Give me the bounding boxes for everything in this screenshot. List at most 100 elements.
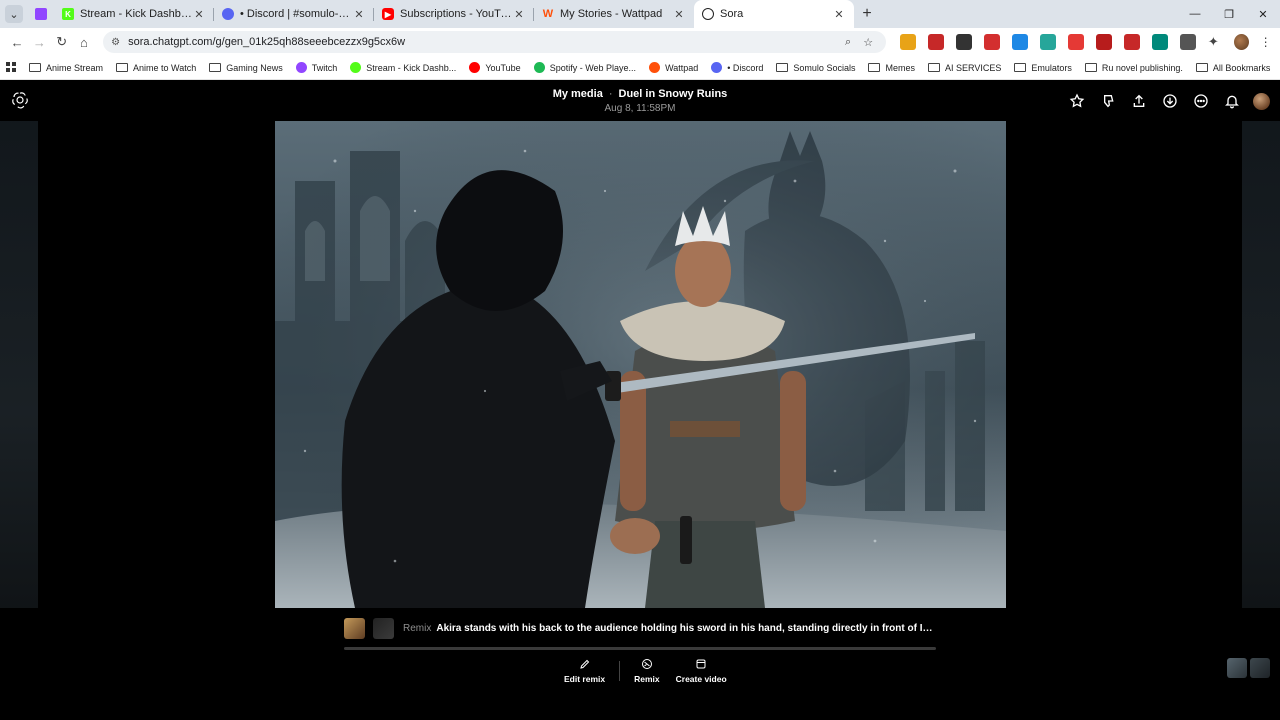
notifications-bell-icon[interactable] — [1216, 91, 1247, 111]
favorite-star-icon[interactable] — [1061, 91, 1092, 111]
folder-icon — [1195, 63, 1208, 72]
zoom-search-icon[interactable]: ⌕ — [838, 36, 858, 49]
page-title: Duel in Snowy Ruins — [618, 88, 728, 100]
bookmark-item[interactable]: Emulators — [1014, 63, 1072, 73]
prompt-text[interactable]: Akira stands with his back to the audien… — [436, 623, 936, 634]
tab-pinned-twitch[interactable] — [28, 0, 54, 28]
extension-icon[interactable] — [1040, 34, 1057, 50]
remix-button[interactable]: Remix — [634, 658, 660, 684]
generated-image[interactable] — [275, 121, 1006, 608]
bookmark-item[interactable]: YouTube — [469, 62, 521, 73]
back-arrow-icon[interactable]: ← — [6, 30, 28, 54]
bookmark-item[interactable]: Gaming News — [209, 63, 283, 73]
reload-icon[interactable]: ↻ — [51, 30, 73, 54]
extension-icon[interactable] — [1152, 34, 1169, 50]
profile-avatar[interactable] — [1234, 34, 1250, 50]
chevron-down-icon: ⌄ — [5, 5, 23, 23]
breadcrumb: My media · Duel in Snowy Ruins — [440, 88, 840, 100]
variant-thumbnail[interactable] — [1227, 658, 1247, 678]
tab-youtube[interactable]: ▶ Subscriptions - YouTube ✕ — [374, 0, 534, 28]
folder-icon — [116, 63, 129, 72]
address-bar[interactable]: ⚙ sora.chatgpt.com/g/gen_01k25qh88seeebc… — [103, 31, 887, 53]
youtube-icon: ▶ — [382, 8, 394, 20]
extension-icon[interactable] — [1068, 34, 1085, 50]
home-icon[interactable]: ⌂ — [73, 30, 95, 54]
bookmark-item[interactable]: Ru novel publishing. — [1084, 62, 1183, 73]
restore-icon[interactable]: ❐ — [1212, 0, 1246, 28]
folder-icon — [209, 63, 222, 72]
extension-icon[interactable] — [1180, 34, 1197, 50]
remix-label: Remix — [634, 674, 660, 684]
share-upload-icon[interactable] — [1123, 91, 1154, 111]
close-window-icon[interactable]: ✕ — [1246, 0, 1280, 28]
folder-icon — [927, 63, 940, 72]
next-item-preview[interactable] — [1242, 121, 1280, 608]
extension-icon[interactable] — [956, 34, 973, 50]
bookmark-item[interactable]: Anime to Watch — [116, 63, 196, 73]
dislike-icon[interactable] — [1092, 91, 1123, 111]
create-video-label: Create video — [675, 674, 727, 684]
tab-search-button[interactable]: ⌄ — [0, 0, 28, 28]
tab-wattpad[interactable]: W My Stories - Wattpad ✕ — [534, 0, 694, 28]
sora-page: My media · Duel in Snowy Ruins Aug 8, 11:5… — [0, 81, 1280, 720]
tab-title: My Stories - Wattpad — [560, 8, 663, 20]
folder-icon — [29, 63, 41, 72]
site-favicon-icon — [469, 62, 481, 73]
bookmark-item[interactable]: AI SERVICES — [927, 63, 1001, 73]
bookmark-item[interactable]: Wattpad — [649, 62, 698, 73]
user-avatar[interactable] — [1253, 92, 1270, 110]
bookmark-item[interactable]: Twitch — [295, 62, 337, 73]
minimize-icon[interactable]: — — [1178, 0, 1212, 28]
source-thumbnail[interactable] — [344, 617, 365, 639]
extension-icon[interactable] — [928, 34, 945, 50]
url-text[interactable]: sora.chatgpt.com/g/gen_01k25qh88seeebcez… — [128, 36, 838, 48]
variant-thumbnail[interactable] — [1250, 658, 1270, 678]
new-tab-button[interactable]: + — [854, 0, 880, 28]
extensions-puzzle-icon[interactable]: ✦ — [1202, 30, 1224, 54]
extension-icon[interactable] — [1124, 34, 1141, 50]
openai-logo-icon[interactable] — [11, 91, 29, 109]
bookmark-item[interactable]: Spotify - Web Playe... — [533, 62, 636, 73]
prompt-row: Remix Akira stands with his back to the … — [344, 616, 936, 640]
bookmark-label: Wattpad — [665, 62, 699, 73]
more-options-icon[interactable] — [1185, 91, 1216, 111]
download-icon[interactable] — [1154, 91, 1185, 111]
extension-icon[interactable] — [900, 34, 917, 50]
tab-title: Sora — [720, 8, 744, 20]
browser-menu-icon[interactable]: ⋮ — [1257, 35, 1274, 49]
extension-icon[interactable] — [1012, 34, 1029, 50]
duel-artwork — [275, 121, 1006, 608]
tab-title: Stream - Kick Dashboard — [80, 8, 192, 20]
close-tab-icon[interactable]: ✕ — [672, 8, 686, 21]
close-tab-icon[interactable]: ✕ — [832, 8, 846, 21]
bookmark-star-icon[interactable]: ☆ — [858, 36, 878, 49]
apps-grid-icon[interactable] — [6, 62, 17, 73]
bookmark-label: Ru novel publishing. — [1101, 62, 1183, 73]
bookmark-item[interactable]: Somulo Socials — [776, 63, 855, 73]
bookmark-item[interactable]: Stream - Kick Dashb... — [350, 62, 456, 73]
site-info-icon[interactable]: ⚙ — [111, 37, 120, 48]
bookmark-label: • Discord — [727, 62, 764, 73]
forward-arrow-icon[interactable]: → — [28, 30, 50, 54]
previous-item-preview[interactable] — [0, 121, 38, 608]
all-bookmarks-button[interactable]: All Bookmarks — [1195, 63, 1270, 73]
bookmark-item[interactable]: Anime Stream — [29, 63, 103, 73]
close-tab-icon[interactable]: ✕ — [512, 8, 526, 21]
tab-kick[interactable]: K Stream - Kick Dashboard ✕ — [54, 0, 214, 28]
tab-strip: ⌄ K Stream - Kick Dashboard ✕ • Discord … — [0, 0, 1280, 28]
tab-discord[interactable]: • Discord | #somulo-workshop ✕ — [214, 0, 374, 28]
extension-icon[interactable] — [984, 34, 1001, 50]
bookmark-label: Anime to Watch — [133, 62, 197, 73]
tab-title: Subscriptions - YouTube — [400, 8, 512, 20]
create-video-button[interactable]: Create video — [676, 658, 727, 684]
close-tab-icon[interactable]: ✕ — [192, 8, 206, 21]
edit-remix-button[interactable]: Edit remix — [564, 658, 605, 684]
bookmark-item[interactable]: • Discord — [711, 62, 763, 73]
source-thumbnail[interactable] — [373, 617, 394, 639]
close-tab-icon[interactable]: ✕ — [352, 8, 366, 21]
tab-sora[interactable]: Sora ✕ — [694, 0, 854, 28]
bookmark-item[interactable]: Memes — [868, 63, 915, 73]
extensions-area — [894, 34, 1202, 50]
breadcrumb-my-media[interactable]: My media — [553, 88, 603, 100]
extension-icon[interactable] — [1096, 34, 1113, 50]
